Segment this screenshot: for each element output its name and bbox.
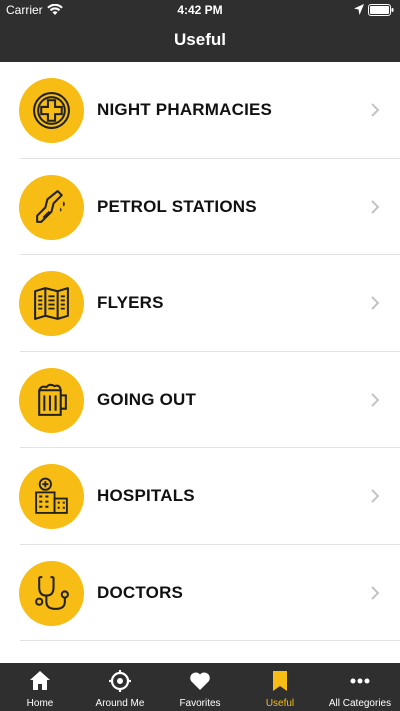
- list-item-petrol-stations[interactable]: PETROL STATIONS: [0, 159, 400, 255]
- beer-mug-icon: [38, 383, 67, 416]
- list-item-doctors[interactable]: DOCTORS: [0, 545, 400, 641]
- list-item-hospitals[interactable]: HOSPITALS: [0, 448, 400, 545]
- tab-label: Useful: [265, 698, 295, 709]
- list-item-label: NIGHT PHARMACIES: [97, 100, 273, 119]
- list-item-label: DOCTORS: [97, 582, 184, 602]
- chevron-right-icon: [371, 489, 380, 503]
- page-title: Useful: [174, 30, 226, 49]
- list-item-label: PETROL STATIONS: [97, 196, 257, 216]
- list-item-night-pharmacies[interactable]: NIGHT PHARMACIES: [0, 62, 400, 159]
- chevron-right-icon: [371, 392, 380, 407]
- more-dots-icon: [350, 678, 370, 684]
- battery-icon: [368, 4, 394, 16]
- chevron-right-icon: [371, 585, 380, 600]
- home-icon: [30, 671, 50, 690]
- list-item-label: FLYERS: [97, 293, 164, 312]
- tab-useful[interactable]: Useful: [240, 663, 320, 711]
- tab-all-categories[interactable]: All Categories: [320, 663, 400, 711]
- tab-around-me[interactable]: Around Me: [80, 663, 160, 711]
- target-icon: [109, 670, 131, 692]
- icon-circle: [19, 367, 84, 433]
- list-item-flyers[interactable]: FLYERS: [0, 255, 400, 352]
- tab-bar: Home Around Me Favorites Useful All Cate…: [0, 663, 400, 711]
- pharmacy-cross-icon: [33, 92, 70, 129]
- heart-icon: [190, 672, 210, 690]
- clock: 4:42 PM: [177, 3, 223, 17]
- tab-favorites[interactable]: Favorites: [160, 663, 240, 711]
- tab-label: All Categories: [328, 698, 392, 709]
- icon-circle: [19, 560, 84, 626]
- tab-label: Home: [26, 698, 54, 709]
- list-item-label: HOSPITALS: [97, 486, 195, 505]
- top-bar: Carrier 4:42 PM Useful: [0, 0, 400, 62]
- fuel-nozzle-icon: [36, 189, 65, 223]
- bookmark-icon: [273, 671, 287, 691]
- icon-circle: [19, 271, 84, 336]
- location-arrow-icon: [354, 4, 364, 15]
- tab-home[interactable]: Home: [0, 663, 80, 711]
- hospital-building-icon: [35, 477, 68, 514]
- chevron-right-icon: [371, 296, 380, 310]
- icon-circle: [19, 174, 84, 240]
- tab-label: Around Me: [95, 698, 145, 709]
- list-item-label: GOING OUT: [97, 389, 197, 409]
- divider: [20, 640, 400, 641]
- status-bar: Carrier 4:42 PM: [0, 0, 400, 20]
- list-item-going-out[interactable]: GOING OUT: [0, 352, 400, 448]
- stethoscope-icon: [35, 575, 69, 610]
- tab-label: Favorites: [179, 698, 221, 709]
- icon-circle: [19, 464, 84, 529]
- chevron-right-icon: [371, 199, 380, 214]
- chevron-right-icon: [371, 103, 380, 117]
- flyer-map-icon: [34, 287, 69, 320]
- icon-circle: [19, 78, 84, 143]
- useful-list: NIGHT PHARMACIES PETROL STATIONS FLYERS: [0, 62, 400, 641]
